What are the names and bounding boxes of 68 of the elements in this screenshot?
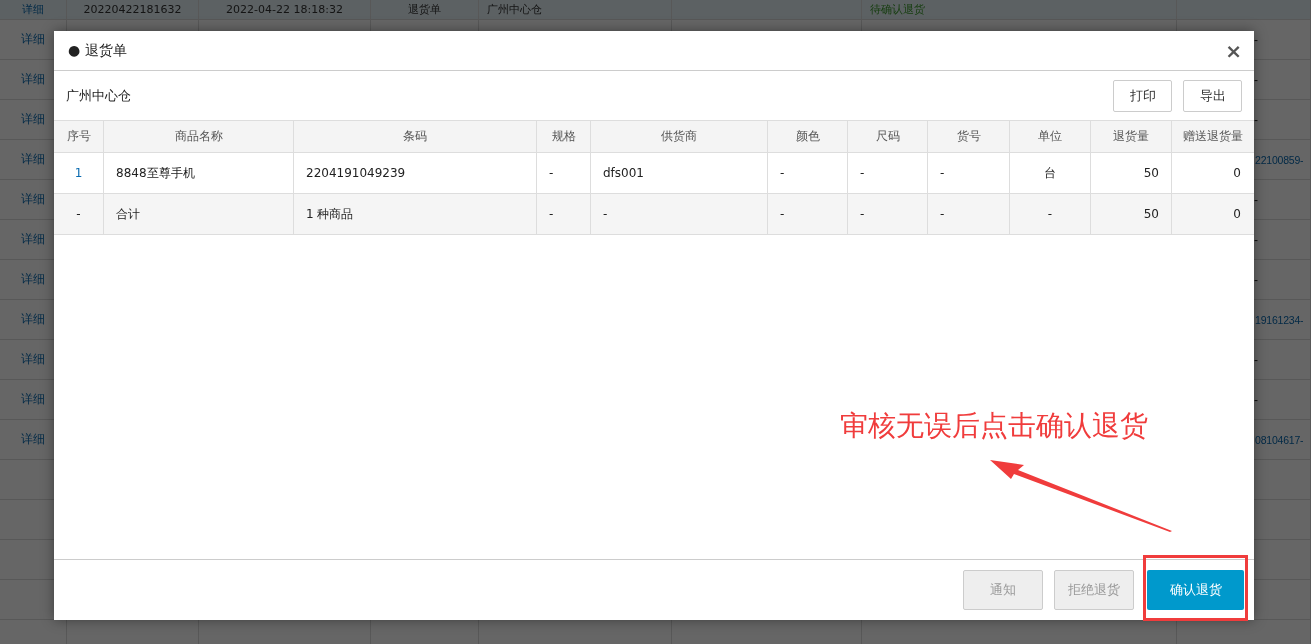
dialog-title: ● 退货单 [68,41,127,60]
table-cell: 1 [54,153,104,193]
table-cell: - [1254,272,1258,287]
table-cell: 22100859- [1255,153,1304,166]
table-cell: 19161234- [1255,313,1304,326]
table-cell: - [928,194,1010,234]
confirm-return-button[interactable]: 确认退货 [1147,570,1244,610]
table-cell: - [768,194,848,234]
detail-link[interactable]: 详细 [21,351,45,368]
table-cell: 1 种商品 [294,194,537,234]
table-cell: - [1010,194,1091,234]
table-cell: 20220422181632 [83,3,182,16]
table-cell: 8848至尊手机 [104,153,294,193]
table-cell: 待确认退货 [870,2,925,17]
detail-link[interactable]: 详细 [21,391,45,408]
column-header: 条码 [294,121,537,152]
column-header: 序号 [54,121,104,152]
detail-link[interactable]: 详细 [21,151,45,168]
close-button[interactable]: × [1225,38,1242,63]
table-cell: - [537,153,591,193]
export-button[interactable]: 导出 [1183,79,1242,112]
table-cell: dfs001 [591,153,768,193]
table-cell: 广州中心仓 [487,2,542,17]
table-cell: 50 [1091,194,1172,234]
column-header: 单位 [1010,121,1091,152]
table-cell: 50 [1091,153,1172,193]
table-cell: 2204191049239 [294,153,537,193]
table-cell: 合计 [104,194,294,234]
table-cell: - [1254,392,1258,407]
table-cell: 2022-04-22 18:18:32 [226,3,343,16]
column-header: 商品名称 [104,121,294,152]
detail-link[interactable]: 详细 [21,311,45,328]
detail-link[interactable]: 详细 [21,271,45,288]
column-header: 赠送退货量 [1181,128,1244,145]
warehouse-name: 广州中心仓 [66,86,131,105]
table-cell-text: 0 [1232,206,1242,223]
column-header: 退货量 [1091,121,1172,152]
table-cell: - [54,194,104,234]
annotation-text: 审核无误后点击确认退货 [840,408,1148,444]
table-cell: 08104617- [1255,433,1304,446]
table-cell: - [1254,192,1258,207]
column-header: 颜色 [768,121,848,152]
detail-link[interactable]: 详细 [21,431,45,448]
table-cell: - [848,194,928,234]
detail-link[interactable]: 详细 [21,191,45,208]
detail-link[interactable]: 详细 [21,231,45,248]
table-cell: - [928,153,1010,193]
table-cell: - [1254,232,1258,247]
detail-link[interactable]: 详细 [21,31,45,48]
table-cell: - [591,194,768,234]
print-button[interactable]: 打印 [1113,79,1172,112]
detail-link[interactable]: 详细 [22,2,44,17]
table-cell: - [1254,112,1258,127]
table-cell-text: 0 [1232,165,1242,182]
table-cell: 台 [1010,153,1091,193]
table-cell: - [1254,72,1258,87]
column-header: 货号 [928,121,1010,152]
column-header: 尺码 [848,121,928,152]
table-cell: - [848,153,928,193]
detail-link[interactable]: 详细 [21,71,45,88]
table-cell: - [1254,352,1258,367]
table-cell: - [537,194,591,234]
table-cell: - [1254,32,1258,47]
column-header: 规格 [537,121,591,152]
table-cell: 退货单 [408,2,441,17]
column-header: 供货商 [591,121,768,152]
table-cell: - [768,153,848,193]
detail-link[interactable]: 详细 [21,111,45,128]
